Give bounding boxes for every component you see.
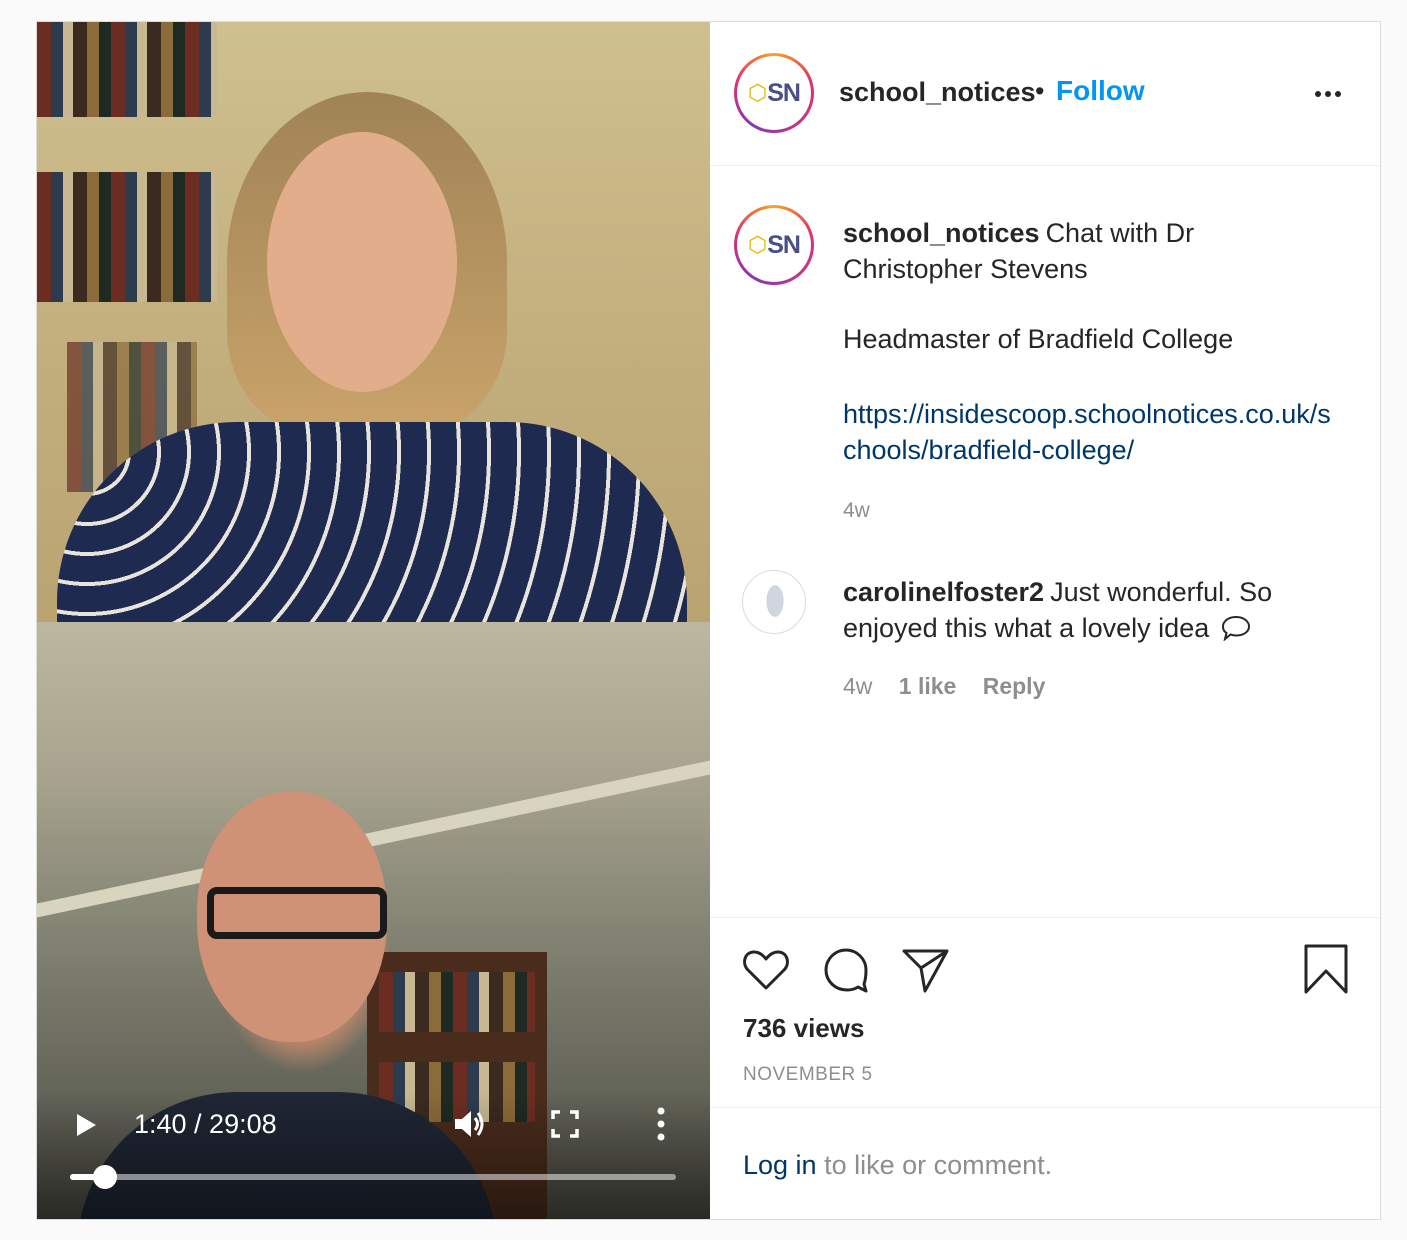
shield-icon: ⬡	[748, 80, 767, 105]
caption-subtitle: Headmaster of Bradfield College	[843, 324, 1234, 354]
commenter-avatar[interactable]	[742, 570, 806, 634]
speech-bubble-icon	[1221, 615, 1250, 641]
avatar-initials: SN	[767, 78, 801, 107]
reply-button[interactable]: Reply	[983, 673, 1046, 699]
video-progress-bar[interactable]	[70, 1165, 676, 1189]
login-link[interactable]: Log in	[743, 1150, 817, 1180]
caption-text: school_notices Chat with Dr Christopher S…	[843, 215, 1343, 287]
video-top-participant	[37, 22, 710, 622]
more-vertical-icon[interactable]	[654, 1107, 668, 1141]
follow-button[interactable]: Follow	[1056, 75, 1145, 107]
volume-icon[interactable]	[453, 1107, 487, 1141]
video-player[interactable]: 1:40 / 29:08	[37, 22, 710, 1219]
view-count[interactable]: 736 views	[743, 1013, 864, 1044]
caption-line1: Chat with Dr	[1045, 218, 1195, 248]
play-icon[interactable]	[77, 1114, 96, 1136]
more-options-icon[interactable]	[1315, 84, 1345, 97]
caption-section: ⬡ SN school_notices Chat with Dr Christoph…	[710, 167, 1380, 917]
comment-icon[interactable]	[820, 944, 872, 996]
share-icon[interactable]	[900, 944, 952, 996]
header-username[interactable]: school_notices	[839, 77, 1036, 108]
caption-avatar[interactable]: ⬡ SN	[734, 205, 814, 285]
heart-icon[interactable]	[740, 944, 792, 996]
header-separator: •	[1035, 76, 1045, 106]
post-header: ⬡ SN school_notices • Follow	[710, 22, 1380, 166]
fullscreen-icon[interactable]	[551, 1110, 579, 1138]
comment-text: carolinelfoster2 Just wonderful. So enjoy…	[843, 574, 1313, 646]
video-time: 1:40 / 29:08	[134, 1109, 277, 1139]
comment-meta: 4w 1 like Reply	[843, 673, 1065, 700]
instagram-post: 1:40 / 29:08 ⬡ SN school_notices • Follo…	[36, 21, 1381, 1220]
avatar-initials: SN	[767, 230, 801, 259]
post-sidebar: ⬡ SN school_notices • Follow ⬡ SN school_n…	[710, 22, 1380, 1219]
login-prompt: Log in to like or comment.	[710, 1107, 1380, 1219]
action-bar: 736 views NOVEMBER 5	[710, 917, 1380, 1107]
comment-username[interactable]: carolinelfoster2	[843, 577, 1044, 607]
bookmark-icon[interactable]	[1300, 944, 1352, 996]
comment-age[interactable]: 4w	[843, 673, 872, 699]
video-controls: 1:40 / 29:08	[37, 1092, 710, 1219]
login-rest-text: to like or comment.	[824, 1150, 1053, 1180]
post-date[interactable]: NOVEMBER 5	[743, 1064, 873, 1086]
caption-username[interactable]: school_notices	[843, 218, 1040, 248]
caption-link[interactable]: https://insidescoop.schoolnotices.co.uk/…	[843, 396, 1333, 468]
caption-age[interactable]: 4w	[843, 499, 870, 523]
caption-line2: Christopher Stevens	[843, 254, 1088, 284]
shield-icon: ⬡	[748, 232, 767, 257]
comment-likes[interactable]: 1 like	[899, 673, 957, 699]
video-progress-handle[interactable]	[92, 1165, 117, 1189]
profile-avatar[interactable]: ⬡ SN	[734, 53, 814, 133]
